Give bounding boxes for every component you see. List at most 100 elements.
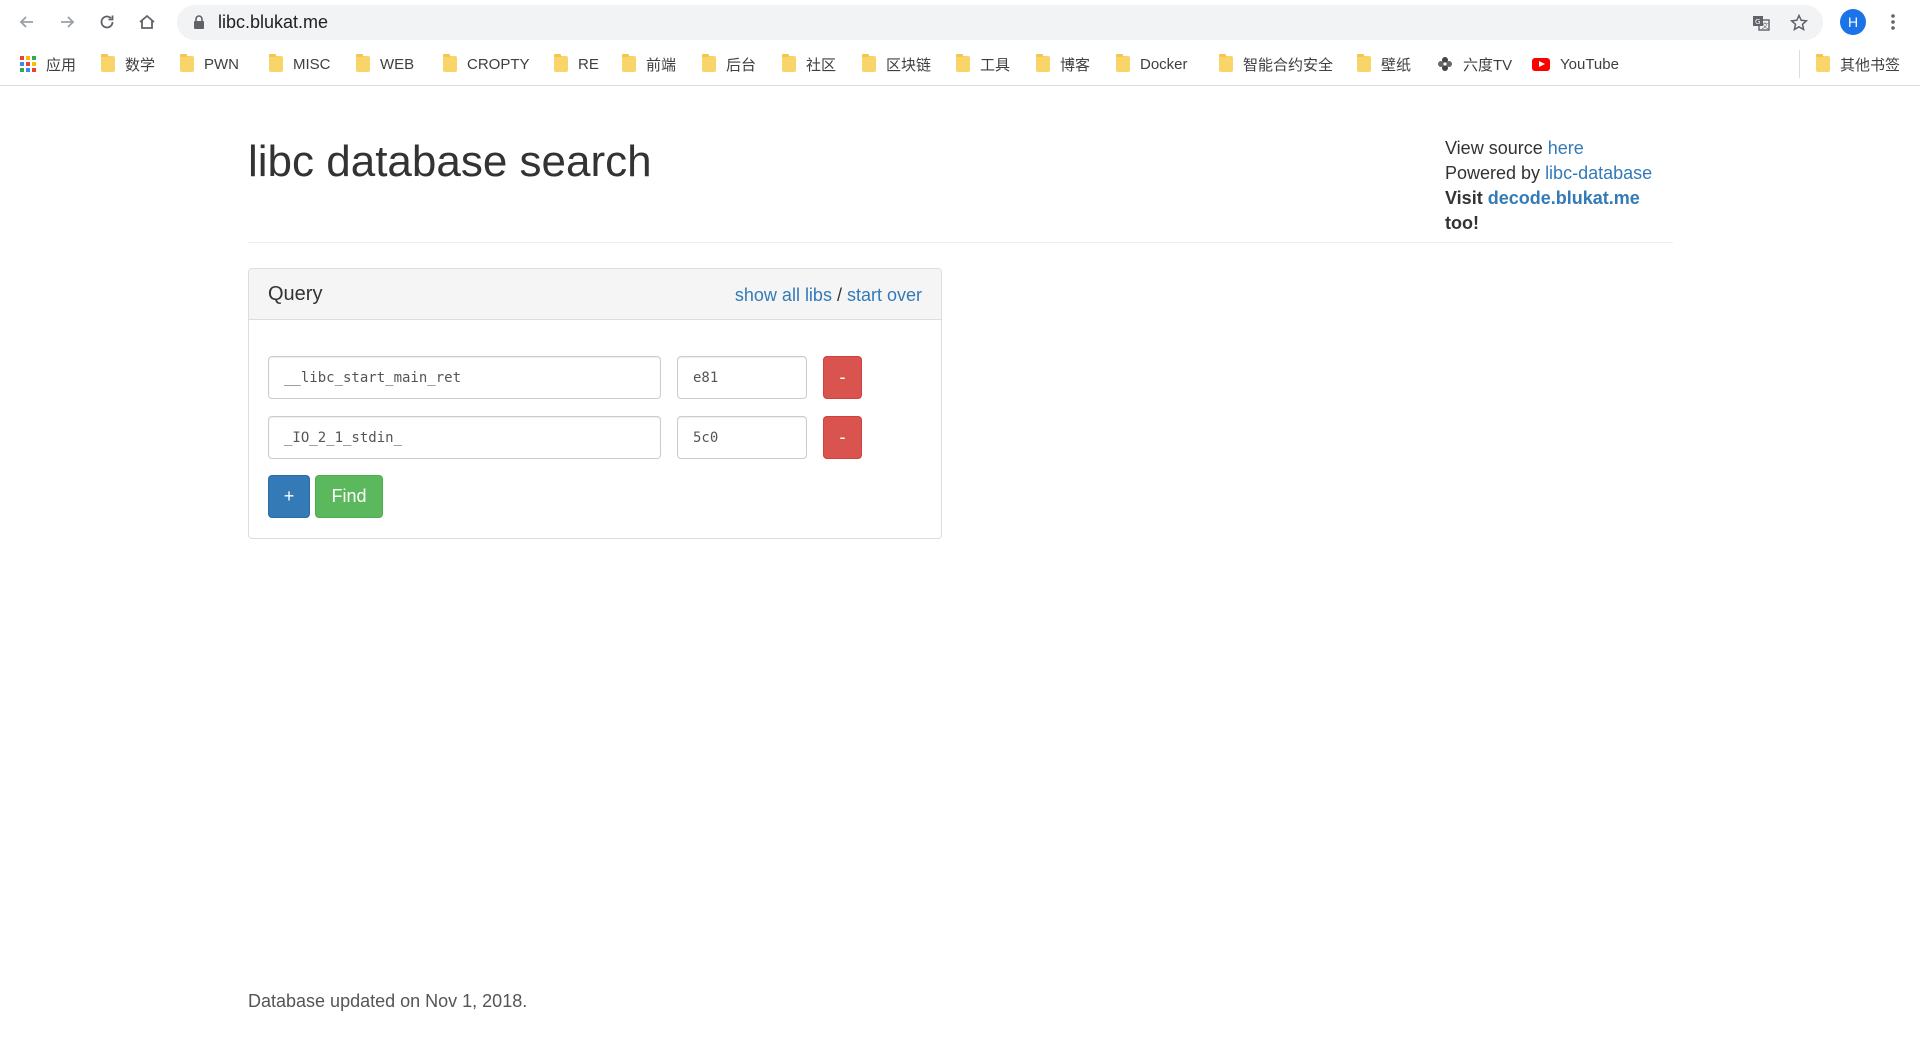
- bookmark-folder-backend[interactable]: 后台: [702, 50, 756, 78]
- bookmark-label: CROPTY: [467, 55, 530, 73]
- bookmark-folder-re[interactable]: RE: [554, 50, 599, 78]
- start-over-link[interactable]: start over: [847, 285, 922, 305]
- bookmark-youtube[interactable]: YouTube: [1532, 50, 1619, 78]
- header-info: View source here Powered by libc-databas…: [1445, 136, 1673, 236]
- svg-text:G: G: [1755, 18, 1760, 26]
- bookmark-label: 应用: [46, 56, 77, 74]
- bookmark-apps[interactable]: 应用: [20, 50, 76, 78]
- folder-icon: [1116, 54, 1130, 72]
- folder-icon: [956, 54, 970, 72]
- bookmark-star-icon[interactable]: [1790, 14, 1808, 32]
- lock-icon: [194, 15, 204, 29]
- find-button[interactable]: Find: [315, 475, 383, 518]
- forward-button[interactable]: [55, 10, 79, 34]
- profile-avatar[interactable]: H: [1840, 9, 1866, 35]
- bookmark-label: Docker: [1140, 55, 1188, 73]
- bookmark-label: 智能合约安全: [1243, 56, 1334, 74]
- forward-arrow-icon: [61, 16, 75, 28]
- bookmark-folder-frontend[interactable]: 前端: [622, 50, 676, 78]
- reload-button[interactable]: [95, 10, 119, 34]
- folder-icon: [101, 54, 115, 72]
- remove-row-button[interactable]: -: [823, 356, 862, 399]
- page-title: libc database search: [248, 137, 652, 186]
- libc-database-link[interactable]: libc-database: [1545, 163, 1652, 183]
- bookmark-folder-wallpaper[interactable]: 壁纸: [1357, 50, 1411, 78]
- bookmark-folder-math[interactable]: 数学: [101, 50, 155, 78]
- symbol-input[interactable]: [268, 356, 661, 399]
- bookmark-label: 后台: [726, 56, 757, 74]
- folder-icon: [269, 54, 283, 72]
- remove-row-button[interactable]: -: [823, 416, 862, 459]
- view-source-text: View source: [1445, 138, 1548, 158]
- folder-icon: [356, 54, 370, 72]
- bookmark-label: 其他书签: [1840, 56, 1901, 74]
- database-updated-text: Database updated on Nov 1, 2018.: [248, 991, 528, 1011]
- back-button[interactable]: [15, 10, 39, 34]
- address-input[interactable]: [677, 356, 807, 399]
- svg-text:文: 文: [1762, 21, 1769, 30]
- bookmark-label: WEB: [380, 55, 415, 73]
- bookmark-folder-cropty[interactable]: CROPTY: [443, 50, 530, 78]
- folder-icon: [702, 54, 716, 72]
- show-all-libs-link[interactable]: show all libs: [735, 285, 832, 305]
- folder-icon: [782, 54, 796, 72]
- folder-icon: [1219, 54, 1233, 72]
- youtube-icon: [1532, 57, 1550, 71]
- bookmark-label: 壁纸: [1381, 56, 1412, 74]
- query-panel-title: Query: [268, 283, 323, 305]
- back-arrow-icon: [19, 16, 33, 28]
- link-separator: /: [831, 285, 847, 305]
- view-source-link[interactable]: here: [1548, 138, 1584, 158]
- bookmark-label: RE: [578, 55, 599, 73]
- bookmarks-bar: 应用 数学 PWN MISC WEB CROPTY RE 前端 后台 社区 区块…: [0, 50, 1920, 78]
- reload-icon: [100, 15, 114, 29]
- bookmark-label: PWN: [204, 55, 239, 73]
- bookmark-label: YouTube: [1560, 55, 1619, 73]
- bookmark-label: 社区: [806, 56, 837, 74]
- browser-toolbar: libc.blukat.me G文 H: [0, 0, 1920, 45]
- apps-grid-icon: [20, 56, 36, 72]
- bookmark-label: 前端: [646, 56, 677, 74]
- folder-icon: [1036, 54, 1050, 72]
- more-menu-icon[interactable]: [1883, 12, 1903, 32]
- bookmark-label: 博客: [1060, 56, 1091, 74]
- query-panel: Query show all libs / start over - - + F…: [248, 268, 942, 539]
- home-icon: [139, 14, 155, 29]
- powered-by-text: Powered by: [1445, 163, 1546, 183]
- query-panel-links: show all libs / start over: [735, 284, 922, 306]
- query-panel-heading: Query show all libs / start over: [249, 269, 941, 320]
- bookmark-folder-blockchain[interactable]: 区块链: [862, 50, 931, 78]
- folder-icon: [1357, 54, 1371, 72]
- bookmark-folder-blog[interactable]: 博客: [1036, 50, 1090, 78]
- address-input[interactable]: [677, 416, 807, 459]
- bookmark-label: 工具: [980, 56, 1011, 74]
- bookmark-label: 六度TV: [1463, 56, 1513, 74]
- flower-icon: [1438, 57, 1452, 71]
- bookmark-label: 数学: [125, 56, 156, 74]
- translate-icon[interactable]: G文: [1752, 14, 1770, 32]
- folder-icon: [622, 54, 636, 72]
- bookmark-folder-pwn[interactable]: PWN: [180, 50, 239, 78]
- add-row-button[interactable]: +: [268, 475, 310, 518]
- bookmark-label: MISC: [293, 55, 331, 73]
- bookmark-liudutv[interactable]: 六度TV: [1437, 50, 1512, 78]
- folder-icon: [443, 54, 457, 72]
- visit-line: Visit decode.blukat.me too!: [1445, 186, 1673, 236]
- bookmark-folder-tools[interactable]: 工具: [956, 50, 1010, 78]
- address-bar[interactable]: libc.blukat.me G文: [177, 5, 1823, 40]
- decode-blukat-link[interactable]: decode.blukat.me: [1488, 188, 1640, 208]
- powered-by-line: Powered by libc-database: [1445, 161, 1673, 186]
- bookmark-folder-smart-contract[interactable]: 智能合约安全: [1219, 50, 1333, 78]
- bookmark-folder-docker[interactable]: Docker: [1116, 50, 1188, 78]
- view-source-line: View source here: [1445, 136, 1673, 161]
- folder-icon: [554, 54, 568, 72]
- bookmark-folder-community[interactable]: 社区: [782, 50, 836, 78]
- bookmark-other[interactable]: 其他书签: [1799, 50, 1900, 78]
- symbol-input[interactable]: [268, 416, 661, 459]
- browser-chrome: libc.blukat.me G文 H 应用 数学 PWN MISC WEB C…: [0, 0, 1920, 86]
- visit-suffix-text: too!: [1445, 213, 1479, 233]
- url-text: libc.blukat.me: [218, 12, 329, 32]
- bookmark-folder-web[interactable]: WEB: [356, 50, 414, 78]
- home-button[interactable]: [135, 10, 159, 34]
- bookmark-folder-misc[interactable]: MISC: [269, 50, 331, 78]
